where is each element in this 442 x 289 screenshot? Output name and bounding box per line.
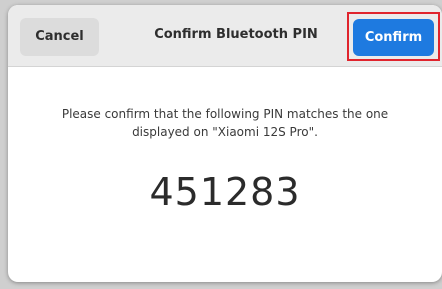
pin-confirmation-message: Please confirm that the following PIN ma…	[61, 107, 389, 139]
dialog-title: Confirm Bluetooth PIN	[154, 27, 318, 42]
cancel-button[interactable]: Cancel	[20, 18, 99, 56]
confirm-button[interactable]: Confirm	[353, 19, 434, 56]
bluetooth-pin-dialog: Cancel Confirm Bluetooth PIN Confirm Ple…	[8, 5, 442, 282]
dialog-headerbar: Cancel Confirm Bluetooth PIN Confirm	[8, 5, 442, 67]
pin-code: 451283	[149, 170, 301, 214]
